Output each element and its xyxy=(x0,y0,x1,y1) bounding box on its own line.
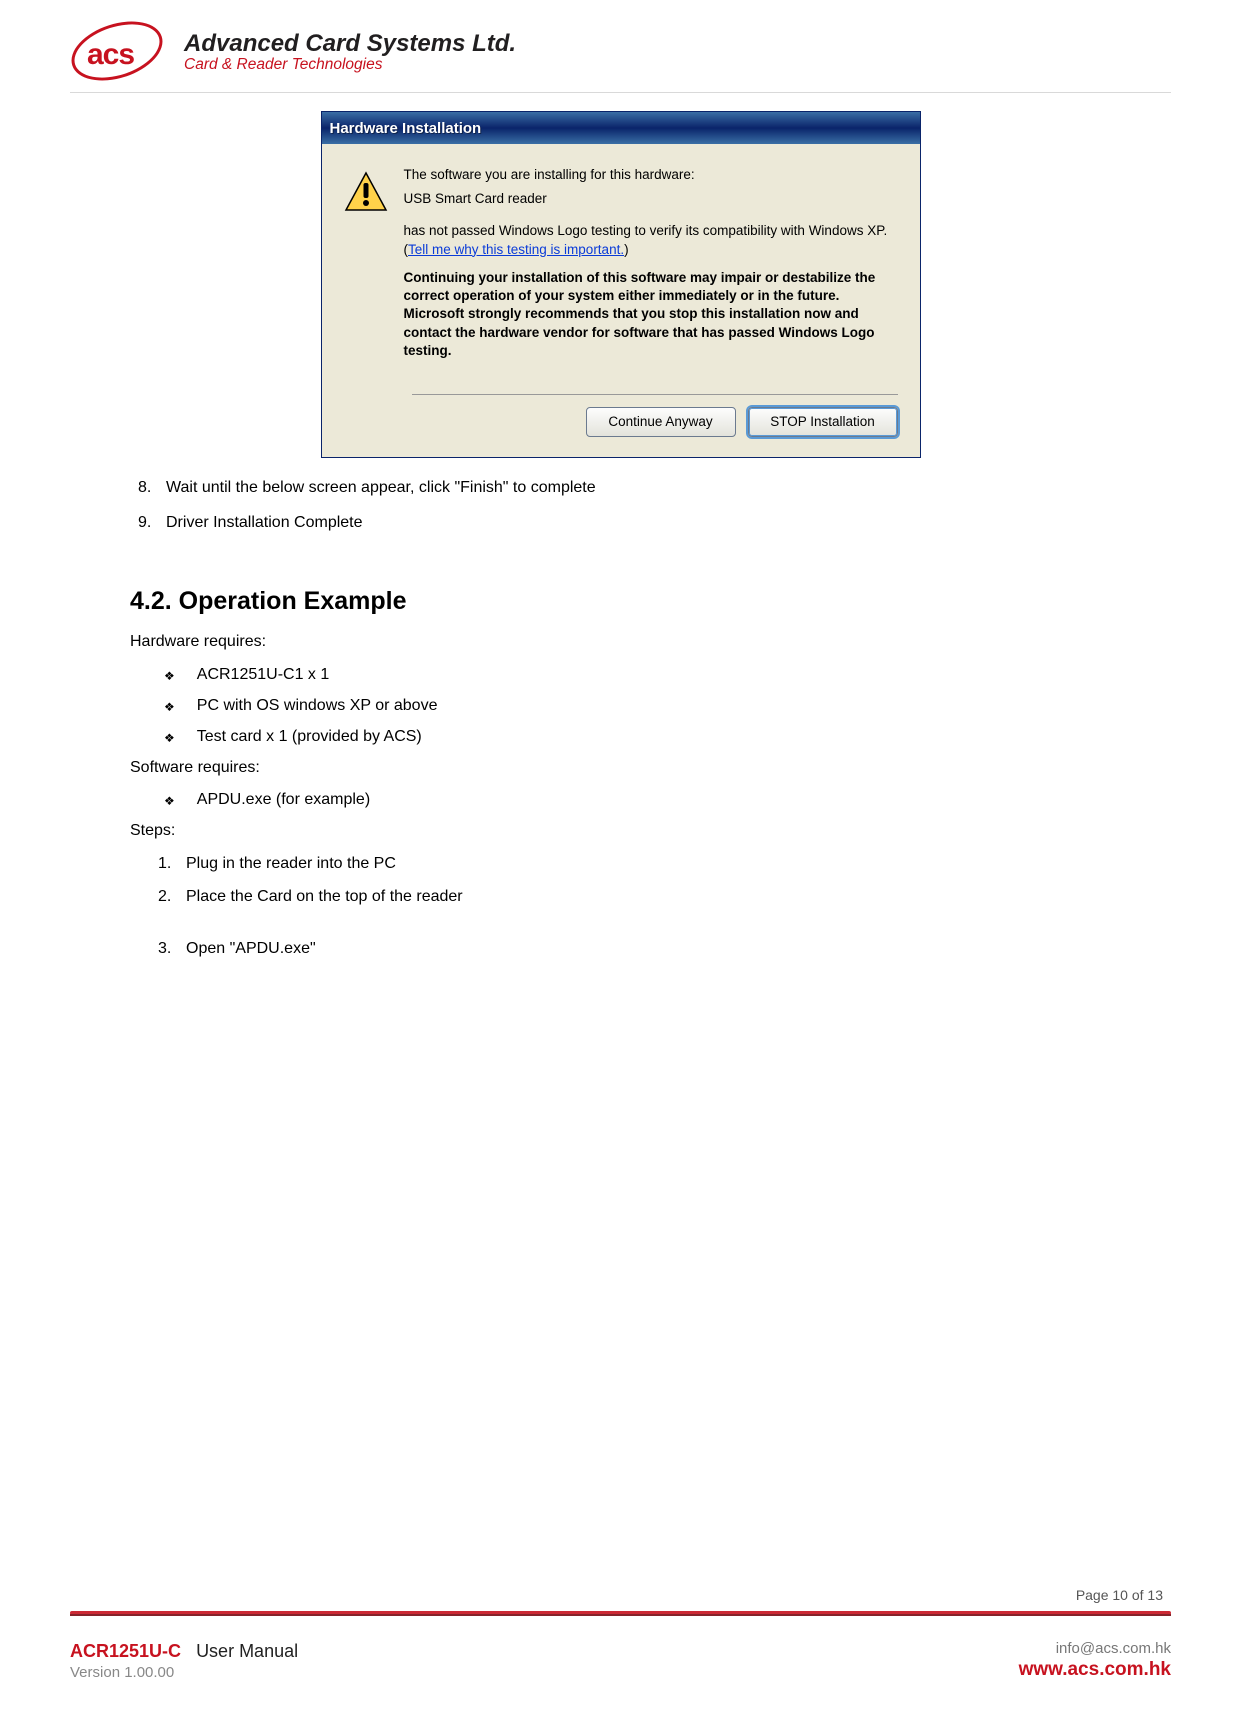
step-number: 3. xyxy=(158,937,186,962)
step-text: Place the Card on the top of the reader xyxy=(186,885,463,910)
dialog-text: The software you are installing for this… xyxy=(404,166,898,366)
step-number: 9. xyxy=(138,511,166,536)
logo-text: acs xyxy=(87,38,134,72)
installation-steps-continued: 8. Wait until the below screen appear, c… xyxy=(130,476,1111,536)
footer-website: www.acs.com.hk xyxy=(1019,1659,1171,1681)
step-text: Driver Installation Complete xyxy=(166,511,363,536)
logo: acs xyxy=(70,18,166,86)
product-code: ACR1251U-C xyxy=(70,1641,181,1661)
continue-anyway-button[interactable]: Continue Anyway xyxy=(586,407,736,437)
company-name: Advanced Card Systems Ltd. xyxy=(184,30,516,58)
step-text: Plug in the reader into the PC xyxy=(186,852,396,877)
footer-divider xyxy=(70,1611,1171,1615)
step-text: Open "APDU.exe" xyxy=(186,937,316,962)
list-text: ACR1251U-C1 x 1 xyxy=(197,663,330,688)
hardware-installation-dialog: Hardware Installation The software you a… xyxy=(321,111,921,458)
operation-step-2: 2. Place the Card on the top of the read… xyxy=(158,885,1111,910)
footer-email: info@acs.com.hk xyxy=(1019,1640,1171,1657)
dialog-buttons: Continue Anyway STOP Installation xyxy=(322,395,920,457)
step-number: 8. xyxy=(138,476,166,501)
list-item: APDU.exe (for example) xyxy=(164,788,1111,813)
step-number: 1. xyxy=(158,852,186,877)
hardware-requires-label: Hardware requires: xyxy=(130,630,1111,655)
operation-step-1: 1. Plug in the reader into the PC xyxy=(158,852,1111,877)
list-text: PC with OS windows XP or above xyxy=(197,694,438,719)
step-gap xyxy=(158,917,1111,929)
step-number: 2. xyxy=(158,885,186,910)
step-8: 8. Wait until the below screen appear, c… xyxy=(130,476,1111,501)
company-tagline: Card & Reader Technologies xyxy=(184,56,516,74)
footer-left: ACR1251U-C User Manual Version 1.00.00 xyxy=(70,1641,298,1681)
dialog-device: USB Smart Card reader xyxy=(404,190,898,208)
doc-type: User Manual xyxy=(196,1641,298,1661)
header-divider xyxy=(70,92,1171,93)
company-block: Advanced Card Systems Ltd. Card & Reader… xyxy=(184,30,516,74)
page-header: acs Advanced Card Systems Ltd. Card & Re… xyxy=(0,0,1241,86)
dialog-title: Hardware Installation xyxy=(330,120,482,137)
list-item: Test card x 1 (provided by ACS) xyxy=(164,725,1111,750)
step-text: Wait until the below screen appear, clic… xyxy=(166,476,596,501)
warning-icon xyxy=(344,170,388,214)
testing-important-link[interactable]: Tell me why this testing is important. xyxy=(408,242,624,257)
software-requires-label: Software requires: xyxy=(130,756,1111,781)
dialog-warning: Continuing your installation of this sof… xyxy=(404,269,898,360)
page-footer: ACR1251U-C User Manual Version 1.00.00 i… xyxy=(70,1640,1171,1681)
stop-installation-button[interactable]: STOP Installation xyxy=(748,407,898,437)
steps-label: Steps: xyxy=(130,819,1111,844)
operation-steps: 1. Plug in the reader into the PC 2. Pla… xyxy=(158,852,1111,962)
software-list: APDU.exe (for example) xyxy=(164,788,1111,813)
footer-right: info@acs.com.hk www.acs.com.hk xyxy=(1019,1640,1171,1681)
dialog-screenshot: Hardware Installation The software you a… xyxy=(321,111,921,458)
list-text: APDU.exe (for example) xyxy=(197,788,370,813)
step-9: 9. Driver Installation Complete xyxy=(130,511,1111,536)
dialog-body: The software you are installing for this… xyxy=(322,144,920,380)
section-heading-4-2: 4.2. Operation Example xyxy=(130,582,1111,621)
list-text: Test card x 1 (provided by ACS) xyxy=(197,725,422,750)
dialog-titlebar: Hardware Installation xyxy=(322,112,920,144)
dialog-line2: has not passed Windows Logo testing to v… xyxy=(404,222,898,258)
footer-product-line: ACR1251U-C User Manual xyxy=(70,1641,298,1662)
document-content: 8. Wait until the below screen appear, c… xyxy=(0,458,1241,962)
dialog-line2b: ) xyxy=(624,242,629,257)
page-number: Page 10 of 13 xyxy=(1076,1587,1163,1603)
dialog-line1: The software you are installing for this… xyxy=(404,166,898,184)
list-item: ACR1251U-C1 x 1 xyxy=(164,663,1111,688)
hardware-list: ACR1251U-C1 x 1 PC with OS windows XP or… xyxy=(164,663,1111,749)
list-item: PC with OS windows XP or above xyxy=(164,694,1111,719)
footer-version: Version 1.00.00 xyxy=(70,1664,298,1681)
operation-step-3: 3. Open "APDU.exe" xyxy=(158,937,1111,962)
